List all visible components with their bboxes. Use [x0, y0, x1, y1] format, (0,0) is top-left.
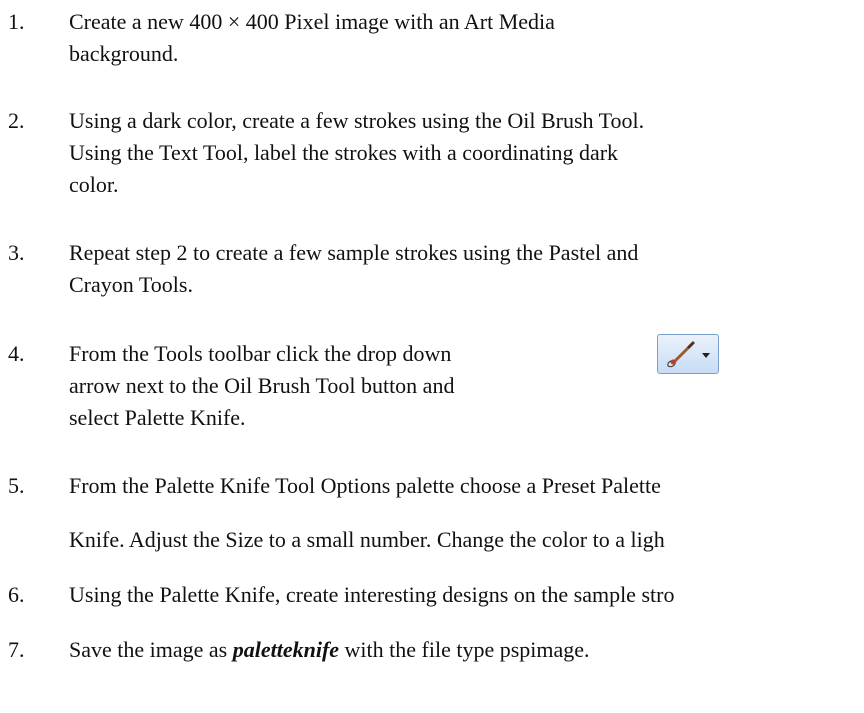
step-line: color. — [69, 172, 119, 197]
step-line: Knife. Adjust the Size to a small number… — [69, 527, 665, 552]
step-text-prefix: Save the image as — [69, 637, 233, 662]
step-line: Using the Text Tool, label the strokes w… — [69, 140, 619, 165]
step-number: 1. — [8, 9, 25, 34]
step-number: 4. — [8, 341, 25, 366]
oil-brush-dropdown-icon — [667, 341, 710, 368]
step-text: Save the image as paletteknife with the … — [69, 634, 590, 666]
step-text: Repeat step 2 to create a few sample str… — [69, 237, 638, 301]
step-text-suffix: with the file type pspimage. — [339, 637, 590, 662]
oil-brush-dropdown-button[interactable] — [657, 334, 719, 374]
step-text: From the Palette Knife Tool Options pale… — [69, 470, 661, 502]
step-line: Create a new 400 × 400 Pixel image with … — [69, 9, 555, 34]
step-line: select Palette Knife. — [69, 405, 246, 430]
step-line: Crayon Tools. — [69, 272, 193, 297]
step-line: background. — [69, 41, 179, 66]
step-text: Using the Palette Knife, create interest… — [69, 579, 674, 611]
step-line: From the Tools toolbar click the drop do… — [69, 341, 452, 366]
step-number: 3. — [8, 240, 25, 265]
step-text: Knife. Adjust the Size to a small number… — [69, 524, 665, 556]
step-line: Repeat step 2 to create a few sample str… — [69, 240, 639, 265]
step-line: arrow next to the Oil Brush Tool button … — [69, 373, 455, 398]
step-line: From the Palette Knife Tool Options pale… — [69, 473, 661, 498]
step-line: Using a dark color, create a few strokes… — [69, 108, 645, 133]
step-number: 2. — [8, 108, 25, 133]
step-number: 6. — [8, 582, 25, 607]
file-name: paletteknife — [232, 637, 340, 662]
step-text: From the Tools toolbar click the drop do… — [69, 338, 454, 434]
step-number: 5. — [8, 473, 25, 498]
step-number: 7. — [8, 637, 25, 662]
step-text: Using a dark color, create a few strokes… — [69, 105, 644, 201]
step-text: Create a new 400 × 400 Pixel image with … — [69, 6, 555, 70]
step-line: Using the Palette Knife, create interest… — [69, 582, 675, 607]
